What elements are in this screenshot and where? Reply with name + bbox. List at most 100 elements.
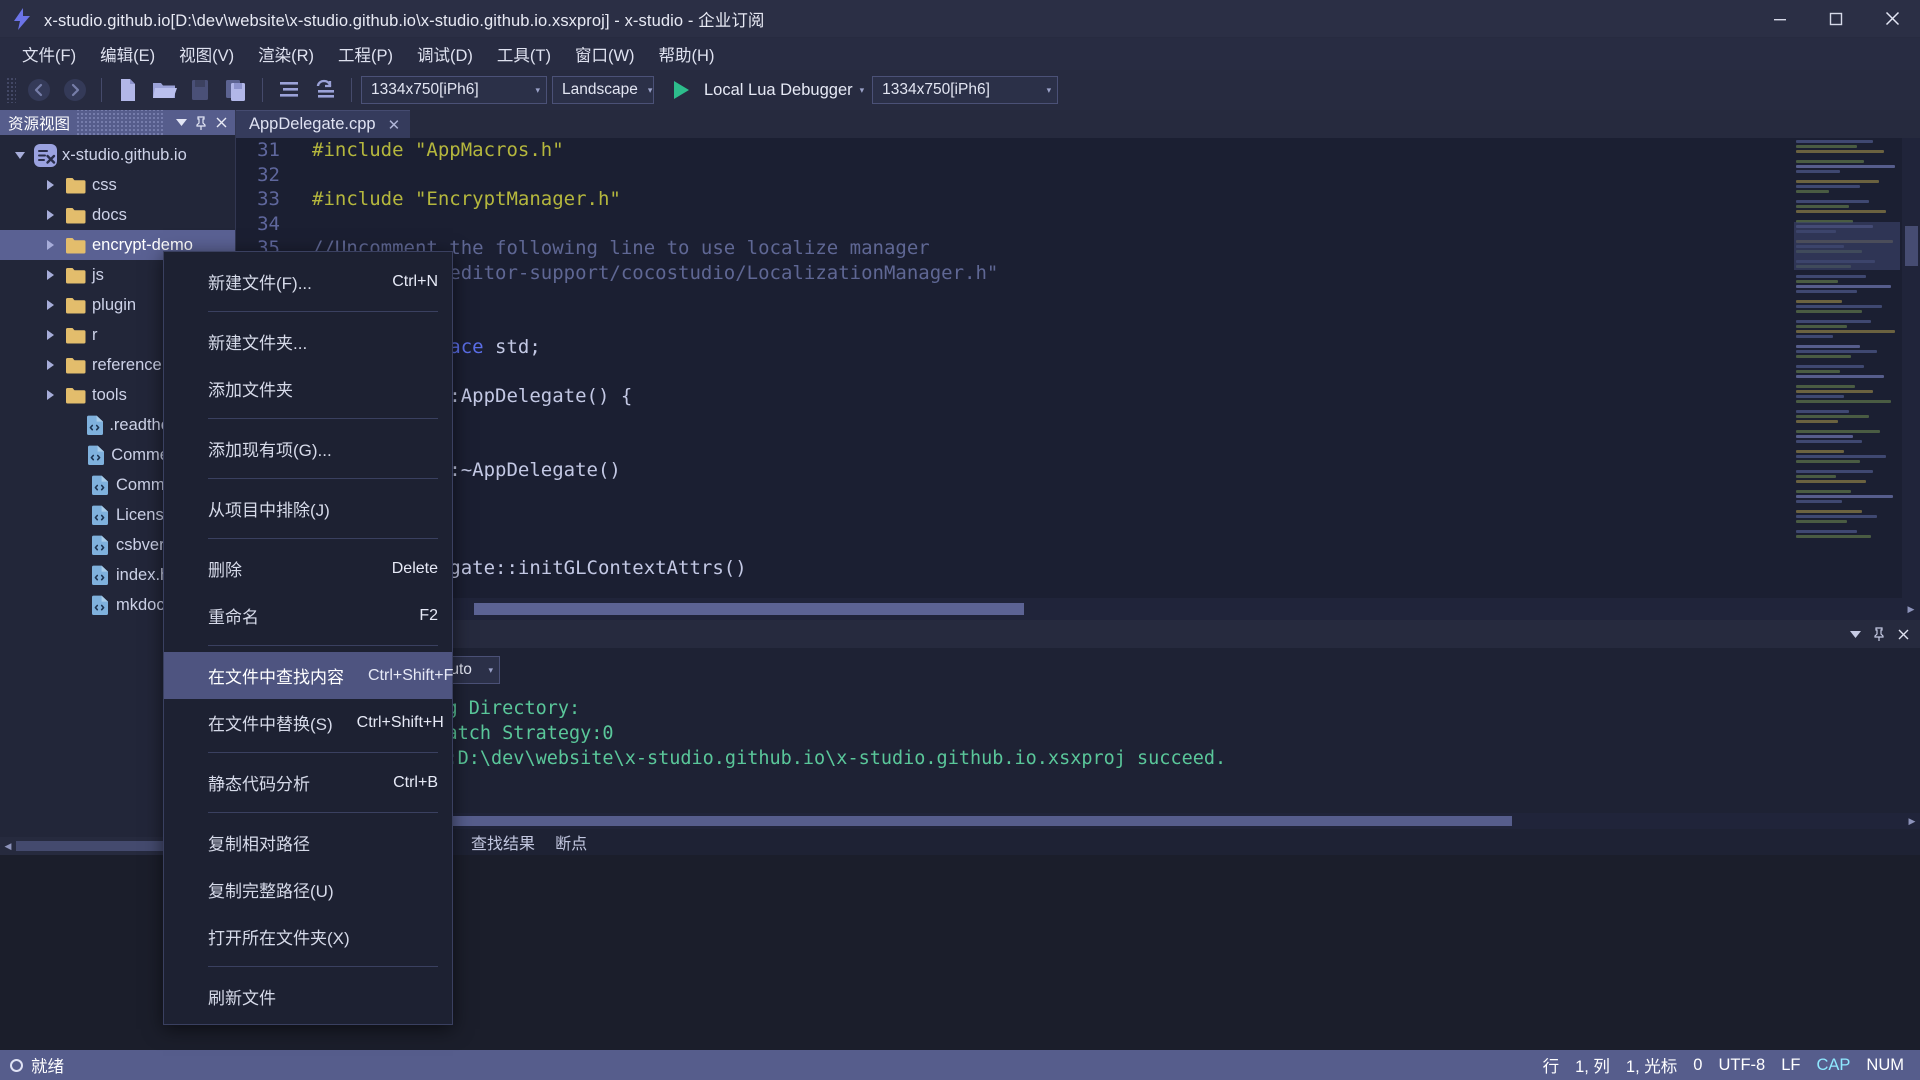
ctx-从项目中排除-J-[interactable]: 从项目中排除(J): [164, 485, 452, 532]
menu-bar: 文件(F) 编辑(E) 视图(V) 渲染(R) 工程(P) 调试(D) 工具(T) 窗口(W)…: [0, 38, 1920, 70]
editor-vscrollbar[interactable]: [1902, 138, 1920, 598]
code-line: 48void AppDelegate::initGLContextAttrs(): [236, 556, 1920, 581]
scroll-right-icon[interactable]: ▶: [1902, 604, 1920, 615]
code-line: 33 #include "EncryptManager.h": [236, 187, 1920, 212]
scroll-thumb[interactable]: [452, 816, 1512, 826]
expander-icon[interactable]: [38, 360, 62, 370]
expander-icon[interactable]: [8, 151, 32, 159]
ctx-添加文件夹[interactable]: 添加文件夹: [164, 365, 452, 412]
pin-icon[interactable]: [1868, 623, 1890, 645]
close-button[interactable]: [1864, 0, 1920, 38]
status-bar: 就绪 行 1, 列 1, 光标 0 UTF-8 LF CAP NUM: [0, 1050, 1920, 1080]
tree-item-css[interactable]: css: [0, 170, 235, 200]
new-file-icon[interactable]: [111, 74, 145, 106]
scroll-track[interactable]: [254, 603, 1902, 615]
ctx-item-label: 复制完整路径(U): [208, 882, 334, 901]
expander-icon[interactable]: [38, 210, 62, 220]
save-all-icon[interactable]: [219, 74, 253, 106]
menu-item-6[interactable]: 工具(T): [485, 38, 563, 70]
minimap-line: [1796, 300, 1843, 303]
editor-tab-bar: AppDelegate.cpp ✕: [236, 110, 1920, 138]
output-tab-断点[interactable]: 断点: [546, 827, 596, 857]
ctx-静态代码分析[interactable]: 静态代码分析 Ctrl+B: [164, 759, 452, 806]
navigate-forward-icon[interactable]: [58, 74, 92, 106]
close-icon[interactable]: ✕: [388, 116, 401, 134]
expander-icon[interactable]: [38, 180, 62, 190]
scroll-right-icon[interactable]: ▶: [1904, 816, 1920, 827]
minimap-line: [1796, 440, 1862, 443]
minimap-line: [1796, 185, 1860, 188]
debugger-selector[interactable]: Local Lua Debugger ▾: [698, 76, 870, 104]
ctx-添加现有项-G-[interactable]: 添加现有项(G)...: [164, 425, 452, 472]
editor-tab-appdelegate[interactable]: AppDelegate.cpp ✕: [236, 110, 411, 138]
ctx-新建文件夹-[interactable]: 新建文件夹...: [164, 318, 452, 365]
menu-item-5[interactable]: 调试(D): [405, 38, 485, 70]
minimap-line: [1796, 535, 1871, 538]
code-area[interactable]: 31 #include "AppMacros.h" 32 33 #include "En…: [236, 138, 1920, 598]
ctx-在文件中替换-S-[interactable]: 在文件中替换(S) Ctrl+Shift+H: [164, 699, 452, 746]
ctx-复制完整路径-U-[interactable]: 复制完整路径(U): [164, 866, 452, 913]
ctx-在文件中查找内容[interactable]: 在文件中查找内容 Ctrl+Shift+F: [164, 652, 454, 699]
ctx-删除[interactable]: 删除 Delete: [164, 545, 452, 592]
ctx-item-label: 复制相对路径: [208, 835, 310, 854]
build-list-icon[interactable]: [272, 74, 306, 106]
resolution-combo[interactable]: 1334x750[iPh6] ▾: [361, 76, 547, 104]
minimize-button[interactable]: [1752, 0, 1808, 38]
device-combo[interactable]: 1334x750[iPh6] ▾: [872, 76, 1059, 104]
ctx-新建文件-F-[interactable]: 新建文件(F)... Ctrl+N: [164, 258, 452, 305]
scroll-left-icon[interactable]: ◀: [0, 841, 16, 852]
run-button[interactable]: [666, 74, 696, 106]
minimap-line: [1796, 190, 1829, 193]
line-text: #include "AppMacros.h": [298, 138, 564, 163]
panel-pin-icon[interactable]: [191, 112, 211, 134]
ctx-item-shortcut: Ctrl+Shift+F: [368, 666, 454, 684]
menu-item-0[interactable]: 文件(F): [10, 38, 88, 70]
open-folder-icon[interactable]: [147, 74, 181, 106]
save-file-icon[interactable]: [183, 74, 217, 106]
minimap-line: [1796, 415, 1869, 418]
chevron-down-icon: ▾: [859, 84, 865, 95]
close-icon[interactable]: [1892, 623, 1914, 645]
menu-item-1[interactable]: 编辑(E): [88, 38, 167, 70]
file-code-icon: [86, 565, 112, 586]
expander-icon[interactable]: [38, 330, 62, 340]
ctx-item-label: 新建文件夹...: [208, 334, 308, 353]
tree-item-x-studio-github-io[interactable]: x-studio.github.io: [0, 140, 235, 170]
panel-drag-handle[interactable]: [76, 110, 165, 135]
code-minimap[interactable]: [1792, 138, 1902, 598]
navigate-back-icon[interactable]: [22, 74, 56, 106]
panel-close-icon[interactable]: [211, 112, 231, 134]
scroll-thumb[interactable]: [474, 603, 1024, 615]
collapse-icon[interactable]: [1844, 623, 1866, 645]
ctx-重命名[interactable]: 重命名 F2: [164, 592, 452, 639]
scroll-thumb[interactable]: [1905, 226, 1918, 266]
expander-icon[interactable]: [38, 300, 62, 310]
expander-icon[interactable]: [38, 270, 62, 280]
minimap-line: [1796, 480, 1867, 483]
maximize-button[interactable]: [1808, 0, 1864, 38]
menu-item-3[interactable]: 渲染(R): [246, 38, 326, 70]
menu-item-7[interactable]: 窗口(W): [563, 38, 647, 70]
expander-icon[interactable]: [38, 390, 62, 400]
minimap-viewport[interactable]: [1794, 222, 1900, 270]
ctx-刷新文件[interactable]: 刷新文件: [164, 973, 452, 1020]
toolbar-grip[interactable]: [6, 77, 16, 103]
menu-item-8[interactable]: 帮助(H): [647, 38, 727, 70]
ctx-复制相对路径[interactable]: 复制相对路径: [164, 819, 452, 866]
ctx-打开所在文件夹-X-[interactable]: 打开所在文件夹(X): [164, 913, 452, 960]
output-log[interactable]: 7.420]Start Working Directory: 7.420]Brea…: [236, 692, 1920, 771]
expander-icon[interactable]: [38, 240, 62, 250]
window-title: x-studio.github.io[D:\dev\website\x-stud…: [44, 11, 765, 30]
orientation-combo[interactable]: Landscape ▾: [552, 76, 654, 104]
rebuild-icon[interactable]: [308, 74, 342, 106]
menu-item-2[interactable]: 视图(V): [167, 38, 246, 70]
menu-item-4[interactable]: 工程(P): [326, 38, 405, 70]
output-tab-查找结果[interactable]: 查找结果: [462, 827, 544, 857]
minimap-line: [1796, 400, 1891, 403]
tree-item-docs[interactable]: docs: [0, 200, 235, 230]
scroll-track[interactable]: [252, 816, 1904, 826]
editor-hscrollbar[interactable]: ◀ ▶: [236, 598, 1920, 620]
panel-filter-icon[interactable]: [171, 112, 191, 134]
ctx-item-shortcut: Ctrl+B: [393, 773, 438, 791]
status-text: 就绪: [31, 1058, 64, 1076]
